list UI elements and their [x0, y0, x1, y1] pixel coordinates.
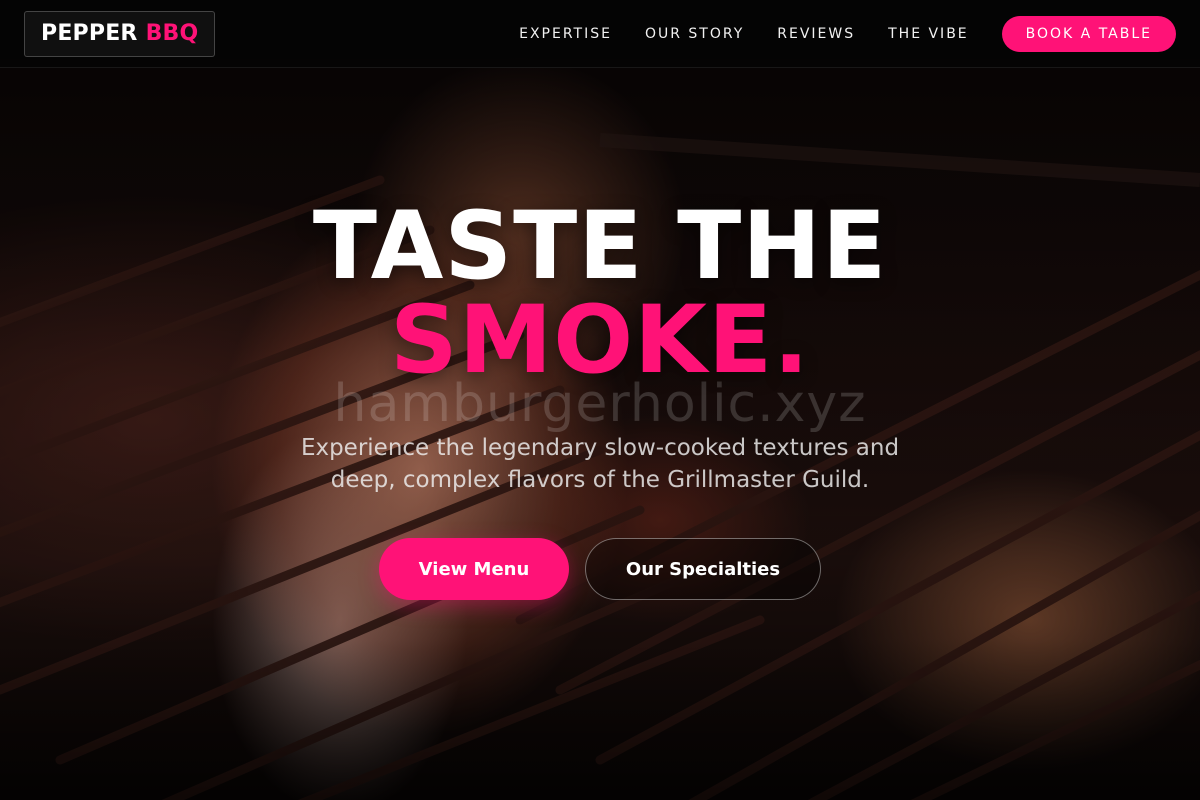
hero-content: TASTE THE SMOKE. Experience the legendar…	[0, 200, 1200, 600]
brand-name-pink: BBQ	[145, 21, 199, 46]
hero-tagline: Experience the legendary slow-cooked tex…	[300, 435, 900, 493]
main-nav: EXPERTISE OUR STORY REVIEWS THE VIBE BOO…	[486, 15, 1176, 52]
top-navbar: PEPPER BBQ EXPERTISE OUR STORY REVIEWS T…	[0, 0, 1200, 68]
nav-link-expertise[interactable]: EXPERTISE	[519, 26, 612, 42]
brand-name-white: PEPPER	[41, 21, 138, 46]
view-menu-button[interactable]: View Menu	[379, 538, 569, 600]
headline-line-2: SMOKE.	[390, 286, 810, 395]
hero-cta-row: View Menu Our Specialties	[0, 538, 1200, 600]
hero-headline: TASTE THE SMOKE.	[0, 200, 1200, 388]
brand-logo[interactable]: PEPPER BBQ	[24, 10, 216, 57]
book-table-button[interactable]: BOOK A TABLE	[1001, 15, 1176, 52]
nav-link-the-vibe[interactable]: THE VIBE	[888, 26, 969, 42]
nav-link-reviews[interactable]: REVIEWS	[777, 26, 855, 42]
nav-link-our-story[interactable]: OUR STORY	[645, 26, 744, 42]
headline-line-1: TASTE THE	[312, 192, 888, 301]
our-specialties-button[interactable]: Our Specialties	[585, 538, 821, 600]
